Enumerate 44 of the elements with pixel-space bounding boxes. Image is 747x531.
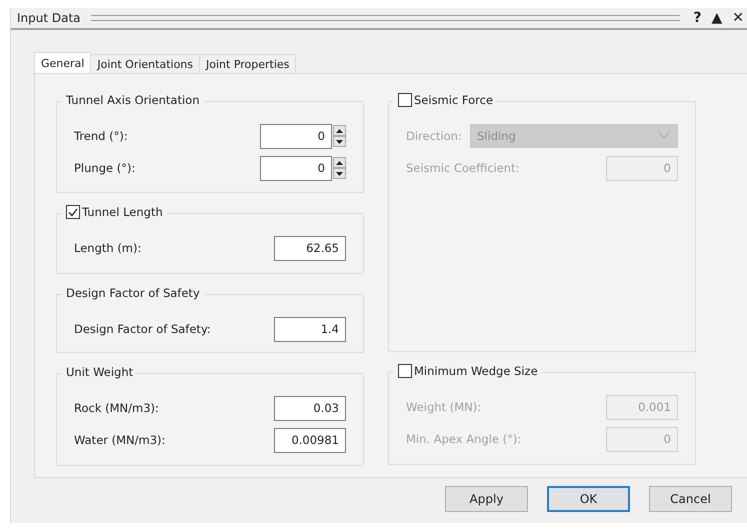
number-field[interactable]: 0 [260,156,332,180]
dialog-button[interactable]: Apply [445,486,528,512]
group-title: Tunnel Axis Orientation [66,93,200,107]
input-field[interactable]: 62.65 [274,236,346,260]
title-bar-button[interactable]: ? [690,10,704,26]
spin-up-button[interactable] [333,157,346,168]
tab[interactable]: General [34,52,92,73]
spin-down-button[interactable] [333,136,346,147]
field-label: Design Factor of Safety: [74,322,211,336]
chevron-down-icon [659,133,669,139]
up-arrow-icon [336,128,343,132]
spin-down-button[interactable] [333,168,346,179]
tab[interactable]: Joint Properties [199,54,296,73]
group-title: Tunnel Length [82,205,163,219]
input-field[interactable]: 0.00981 [274,428,346,452]
checkbox[interactable] [66,205,80,219]
input-field[interactable]: 1.4 [274,316,346,342]
number-field[interactable]: 0 [260,124,332,148]
field-label: Seismic Coefficient: [406,161,520,175]
field-label: Min. Apex Angle (°): [406,432,522,446]
group-title: Unit Weight [66,365,134,379]
checkbox[interactable] [398,93,412,107]
window-title: Input Data [17,11,81,25]
dialog-button[interactable]: OK [547,486,630,512]
title-bar-button[interactable]: ▲ [708,10,726,26]
up-arrow-icon [336,160,343,164]
field-label: Weight (MN): [406,400,482,414]
field-label: Water (MN/m3): [74,433,166,447]
group-title: Design Factor of Safety [66,286,200,300]
field-label: Rock (MN/m3): [74,401,159,415]
checkbox[interactable] [398,364,412,378]
title-bar-button[interactable]: ✕ [729,10,747,26]
field-label: Length (m): [74,241,142,255]
dialog-button[interactable]: Cancel [649,486,732,512]
input-field[interactable]: 0.03 [274,396,346,420]
spin-up-button[interactable] [333,125,346,136]
field-label: Plunge (°): [74,161,136,175]
group-title: Minimum Wedge Size [414,364,538,378]
down-arrow-icon [336,140,343,144]
field-label: Direction: [406,129,462,143]
down-arrow-icon [336,172,343,176]
group-title: Seismic Force [414,93,494,107]
field-label: Trend (°): [74,129,128,143]
tab[interactable]: Joint Orientations [90,54,200,73]
